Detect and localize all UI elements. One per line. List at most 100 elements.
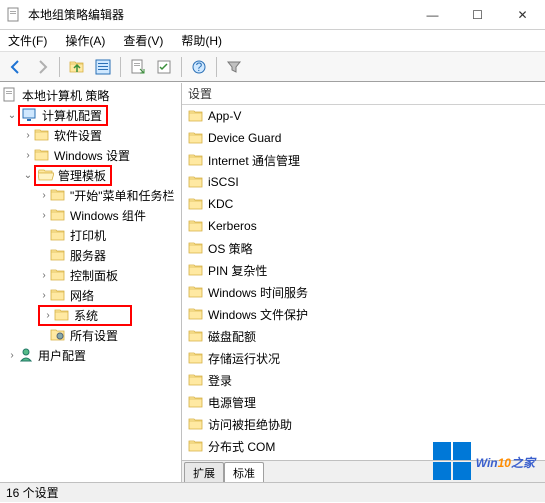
tree-label: 打印机 <box>68 227 108 244</box>
help-icon: ? <box>191 59 207 75</box>
list-item[interactable]: 电源管理 <box>182 391 545 413</box>
tree-printers[interactable]: 打印机 <box>0 225 181 245</box>
folder-icon <box>50 247 66 263</box>
list-column-header[interactable]: 设置 <box>182 83 545 105</box>
up-button[interactable] <box>65 55 89 79</box>
list-item[interactable]: 分布式 COM <box>182 435 545 457</box>
menu-help[interactable]: 帮助(H) <box>177 30 226 51</box>
filter-icon <box>226 59 242 75</box>
help-button[interactable]: ? <box>187 55 211 79</box>
tab-extended[interactable]: 扩展 <box>184 462 224 482</box>
tree-root-label: 本地计算机 策略 <box>20 87 111 104</box>
list-item[interactable]: Windows 文件保护 <box>182 303 545 325</box>
tree-network[interactable]: › 网络 <box>0 285 181 305</box>
expand-icon[interactable]: › <box>38 290 50 301</box>
folder-icon <box>50 227 66 243</box>
expand-icon[interactable]: › <box>38 190 50 201</box>
collapse-icon[interactable]: ⌄ <box>22 170 34 181</box>
view-tabs: 扩展 标准 <box>182 460 545 482</box>
expand-icon[interactable]: › <box>38 270 50 281</box>
tree-server[interactable]: 服务器 <box>0 245 181 265</box>
tree-root[interactable]: 本地计算机 策略 <box>0 85 181 105</box>
list-item-label: Internet 通信管理 <box>208 152 300 169</box>
tree-windows-components[interactable]: › Windows 组件 <box>0 205 181 225</box>
tab-standard[interactable]: 标准 <box>224 462 264 482</box>
tree-all-settings[interactable]: 所有设置 <box>0 325 181 345</box>
minimize-button[interactable]: — <box>410 0 455 30</box>
expand-icon[interactable]: › <box>22 150 34 161</box>
export-button[interactable] <box>126 55 150 79</box>
status-text: 16 个设置 <box>6 484 59 501</box>
menu-view[interactable]: 查看(V) <box>119 30 167 51</box>
properties-button[interactable] <box>152 55 176 79</box>
up-icon <box>69 59 85 75</box>
doc-icon <box>2 87 18 103</box>
list-item[interactable]: Kerberos <box>182 215 545 237</box>
list-item[interactable]: Windows 时间服务 <box>182 281 545 303</box>
list-item-label: OS 策略 <box>208 240 253 257</box>
forward-button[interactable] <box>30 55 54 79</box>
tree-start-menu[interactable]: › "开始"菜单和任务栏 <box>0 185 181 205</box>
list-item[interactable]: 磁盘配额 <box>182 325 545 347</box>
list-item[interactable]: 存储运行状况 <box>182 347 545 369</box>
tree-system[interactable]: › 系统 <box>0 305 181 325</box>
folder-icon <box>188 416 204 432</box>
user-icon <box>18 347 34 363</box>
list-item[interactable]: iSCSI <box>182 171 545 193</box>
list-item[interactable]: PIN 复杂性 <box>182 259 545 281</box>
list-pane: 设置 App-V Device Guard Internet 通信管理 iSCSI KD… <box>182 83 545 482</box>
folder-icon <box>188 284 204 300</box>
export-icon <box>130 59 146 75</box>
back-icon <box>8 59 24 75</box>
tree-label: 软件设置 <box>52 127 104 144</box>
tree-label: 用户配置 <box>36 347 88 364</box>
list-item[interactable]: Internet 通信管理 <box>182 149 545 171</box>
list-item-label: Windows 文件保护 <box>208 306 308 323</box>
expand-icon[interactable]: › <box>42 310 54 321</box>
back-button[interactable] <box>4 55 28 79</box>
list-item-label: 存储运行状况 <box>208 350 280 367</box>
list-item-label: KDC <box>208 197 233 211</box>
list-item[interactable]: 访问被拒绝协助 <box>182 413 545 435</box>
tree-software-settings[interactable]: › 软件设置 <box>0 125 181 145</box>
tree-user-config[interactable]: › 用户配置 <box>0 345 181 365</box>
folder-icon <box>34 127 50 143</box>
folder-icon <box>50 187 66 203</box>
folder-icon <box>188 152 204 168</box>
toolbar: ? <box>0 52 545 82</box>
expand-icon[interactable]: › <box>22 130 34 141</box>
tree: 本地计算机 策略 ⌄ 计算机配置 › 软件设置 › Windows 设置 ⌄ <box>0 83 181 367</box>
collapse-icon[interactable]: ⌄ <box>6 110 18 121</box>
tree-control-panel[interactable]: › 控制面板 <box>0 265 181 285</box>
list-item[interactable]: OS 策略 <box>182 237 545 259</box>
toolbar-separator <box>181 57 182 77</box>
menu-file[interactable]: 文件(F) <box>4 30 51 51</box>
folder-icon <box>188 262 204 278</box>
folder-open-icon <box>38 167 54 183</box>
list-item-label: App-V <box>208 109 241 123</box>
list-item[interactable]: KDC <box>182 193 545 215</box>
filter-button[interactable] <box>222 55 246 79</box>
toolbar-separator <box>216 57 217 77</box>
show-list-button[interactable] <box>91 55 115 79</box>
list-icon <box>95 59 111 75</box>
expand-icon[interactable]: › <box>6 350 18 361</box>
menu-action[interactable]: 操作(A) <box>61 30 109 51</box>
list-item[interactable]: 登录 <box>182 369 545 391</box>
folder-icon <box>188 306 204 322</box>
folder-icon <box>188 196 204 212</box>
tree-computer-config[interactable]: ⌄ 计算机配置 <box>0 105 181 125</box>
list-item-label: 登录 <box>208 372 232 389</box>
app-icon <box>6 7 22 23</box>
expand-icon[interactable]: › <box>38 210 50 221</box>
list-item[interactable]: Device Guard <box>182 127 545 149</box>
maximize-button[interactable]: ☐ <box>455 0 500 30</box>
svg-text:?: ? <box>196 60 203 74</box>
tree-windows-settings[interactable]: › Windows 设置 <box>0 145 181 165</box>
tree-pane[interactable]: 本地计算机 策略 ⌄ 计算机配置 › 软件设置 › Windows 设置 ⌄ <box>0 83 182 482</box>
list-body[interactable]: App-V Device Guard Internet 通信管理 iSCSI KDC Ke… <box>182 105 545 460</box>
list-item[interactable]: App-V <box>182 105 545 127</box>
tree-admin-templates[interactable]: ⌄ 管理模板 <box>0 165 181 185</box>
close-button[interactable]: ✕ <box>500 0 545 30</box>
statusbar: 16 个设置 <box>0 482 545 502</box>
